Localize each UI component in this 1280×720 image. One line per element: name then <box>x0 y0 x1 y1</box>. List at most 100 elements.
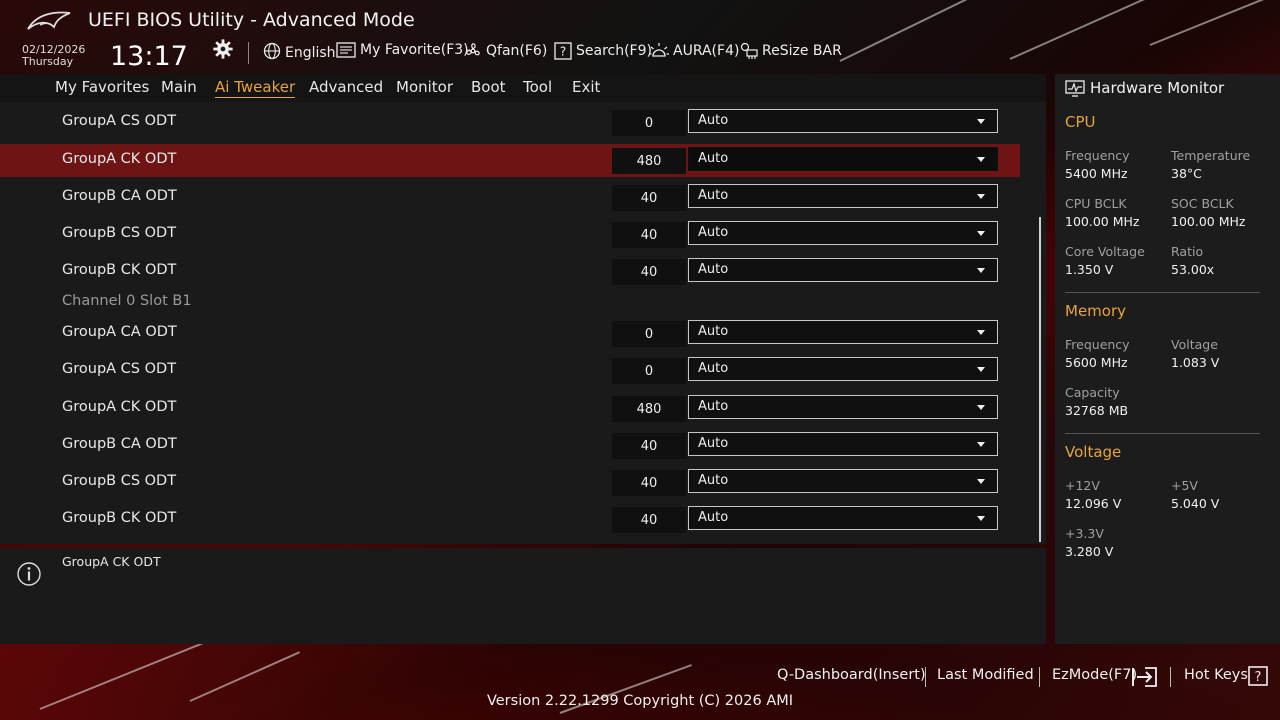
dropdown-value: Auto <box>698 113 729 128</box>
date-display: 02/12/2026 Thursday <box>22 44 85 68</box>
cpu-temperature-label: Temperature <box>1171 148 1251 163</box>
gear-icon[interactable] <box>212 38 234 60</box>
tab-main[interactable]: Main <box>161 78 197 96</box>
header-divider <box>248 42 249 64</box>
aura-icon <box>649 43 669 57</box>
dropdown-value: Auto <box>698 510 729 525</box>
setting-dropdown[interactable]: Auto <box>688 258 998 282</box>
setting-dropdown[interactable]: Auto <box>688 147 998 171</box>
tab-monitor[interactable]: Monitor <box>396 78 453 96</box>
setting-row[interactable]: GroupB CS ODT 40 Auto <box>0 466 1020 499</box>
toolbar-label-language: English <box>285 45 336 61</box>
setting-row[interactable]: GroupB CK ODT 40 Auto <box>0 503 1020 536</box>
setting-dropdown[interactable]: Auto <box>688 184 998 208</box>
setting-label: GroupA CS ODT <box>62 361 177 377</box>
tab-my-favorites[interactable]: My Favorites <box>55 78 149 96</box>
tab-ai-tweaker[interactable]: Ai Tweaker <box>215 78 296 98</box>
qfan-button[interactable]: Qfan(F6) <box>464 42 547 60</box>
language-button[interactable]: English <box>263 42 336 61</box>
setting-row-selected[interactable]: GroupA CK ODT 480 Auto <box>0 144 1020 177</box>
v12-value: 12.096 V <box>1065 496 1122 511</box>
setting-dropdown[interactable]: Auto <box>688 395 998 419</box>
v33-value: 3.280 V <box>1065 544 1114 559</box>
chevron-down-icon <box>977 157 985 162</box>
memory-voltage-value: 1.083 V <box>1171 355 1220 370</box>
resize-bar-icon <box>740 42 758 59</box>
tab-exit[interactable]: Exit <box>572 78 600 96</box>
last-modified-button[interactable]: Last Modified <box>937 667 1034 683</box>
app-title: UEFI BIOS Utility - Advanced Mode <box>88 9 415 31</box>
setting-current-value: 40 <box>612 507 686 533</box>
version-info: Version 2.22.1299 Copyright (C) 2026 AMI <box>486 693 794 709</box>
setting-row[interactable]: GroupB CA ODT 40 Auto <box>0 181 1020 214</box>
v33-label: +3.3V <box>1065 526 1104 541</box>
setting-label: GroupB CS ODT <box>62 473 177 489</box>
setting-dropdown[interactable]: Auto <box>688 221 998 245</box>
cpu-bclk-label: CPU BCLK <box>1065 196 1127 211</box>
help-key-icon[interactable]: ? <box>1248 666 1268 686</box>
setting-row[interactable]: GroupA CS ODT 0 Auto <box>0 354 1020 387</box>
setting-dropdown[interactable]: Auto <box>688 432 998 456</box>
section-divider <box>1065 433 1260 434</box>
setting-dropdown[interactable]: Auto <box>688 469 998 493</box>
chevron-down-icon <box>977 479 985 484</box>
exit-arrow-icon[interactable] <box>1131 666 1159 688</box>
q-dashboard-button[interactable]: Q-Dashboard(Insert) <box>777 667 926 683</box>
section-divider <box>1065 292 1260 293</box>
tab-tool[interactable]: Tool <box>523 78 552 96</box>
favorite-icon <box>336 42 356 58</box>
dropdown-value: Auto <box>698 361 729 376</box>
chevron-down-icon <box>977 194 985 199</box>
toolbar-label-resize-bar: ReSize BAR <box>762 43 842 59</box>
setting-current-value: 40 <box>612 185 686 211</box>
dropdown-value: Auto <box>698 436 729 451</box>
search-button[interactable]: ? Search(F9) <box>554 42 652 60</box>
setting-label: GroupB CK ODT <box>62 262 177 278</box>
voltage-heading: Voltage <box>1065 443 1122 461</box>
globe-icon <box>263 42 281 60</box>
setting-row[interactable]: GroupA CA ODT 0 Auto <box>0 317 1020 350</box>
setting-label: GroupA CK ODT <box>62 151 177 167</box>
dropdown-value: Auto <box>698 188 729 203</box>
cpu-frequency-value: 5400 MHz <box>1065 166 1128 181</box>
tab-advanced[interactable]: Advanced <box>309 78 383 96</box>
main-menu-bar: My Favorites Main Ai Tweaker Advanced Mo… <box>0 74 1046 102</box>
hardware-monitor-title: Hardware Monitor <box>1090 79 1225 97</box>
info-icon <box>17 562 41 586</box>
chevron-down-icon <box>977 405 985 410</box>
toolbar-label-aura: AURA(F4) <box>673 43 740 59</box>
ratio-label: Ratio <box>1171 244 1204 259</box>
footer-divider <box>925 667 926 687</box>
setting-row[interactable]: GroupB CK ODT 40 Auto <box>0 255 1020 288</box>
setting-dropdown[interactable]: Auto <box>688 109 998 133</box>
dropdown-value: Auto <box>698 399 729 414</box>
toolbar-label-search: Search(F9) <box>576 43 652 59</box>
tab-boot[interactable]: Boot <box>471 78 506 96</box>
soc-bclk-value: 100.00 MHz <box>1171 214 1246 229</box>
my-favorite-button[interactable]: My Favorite(F3) <box>336 42 469 58</box>
dropdown-value: Auto <box>698 262 729 277</box>
monitor-icon <box>1065 80 1085 97</box>
chevron-down-icon <box>977 119 985 124</box>
clock[interactable]: 13:17 <box>110 41 188 72</box>
scrollbar[interactable] <box>1039 217 1041 542</box>
v12-label: +12V <box>1065 478 1100 493</box>
setting-row[interactable]: GroupA CK ODT 480 Auto <box>0 392 1020 425</box>
chevron-down-icon <box>977 231 985 236</box>
setting-row[interactable]: GroupA CS ODT 0 Auto <box>0 106 1020 139</box>
ez-mode-button[interactable]: EzMode(F7) <box>1052 667 1137 683</box>
setting-label: GroupB CS ODT <box>62 225 177 241</box>
setting-row[interactable]: GroupB CS ODT 40 Auto <box>0 218 1020 251</box>
hot-keys-button[interactable]: Hot Keys <box>1184 667 1248 683</box>
v5-label: +5V <box>1171 478 1198 493</box>
setting-dropdown[interactable]: Auto <box>688 357 998 381</box>
hardware-monitor-panel: Hardware Monitor CPU Frequency 5400 MHz … <box>1055 74 1280 644</box>
setting-dropdown[interactable]: Auto <box>688 320 998 344</box>
aura-button[interactable]: AURA(F4) <box>649 42 739 60</box>
setting-row[interactable]: GroupB CA ODT 40 Auto <box>0 429 1020 462</box>
cpu-heading: CPU <box>1065 113 1096 131</box>
resize-bar-button[interactable]: ReSize BAR <box>740 42 842 60</box>
footer-divider <box>1039 667 1040 687</box>
dropdown-value: Auto <box>698 473 729 488</box>
setting-dropdown[interactable]: Auto <box>688 506 998 530</box>
